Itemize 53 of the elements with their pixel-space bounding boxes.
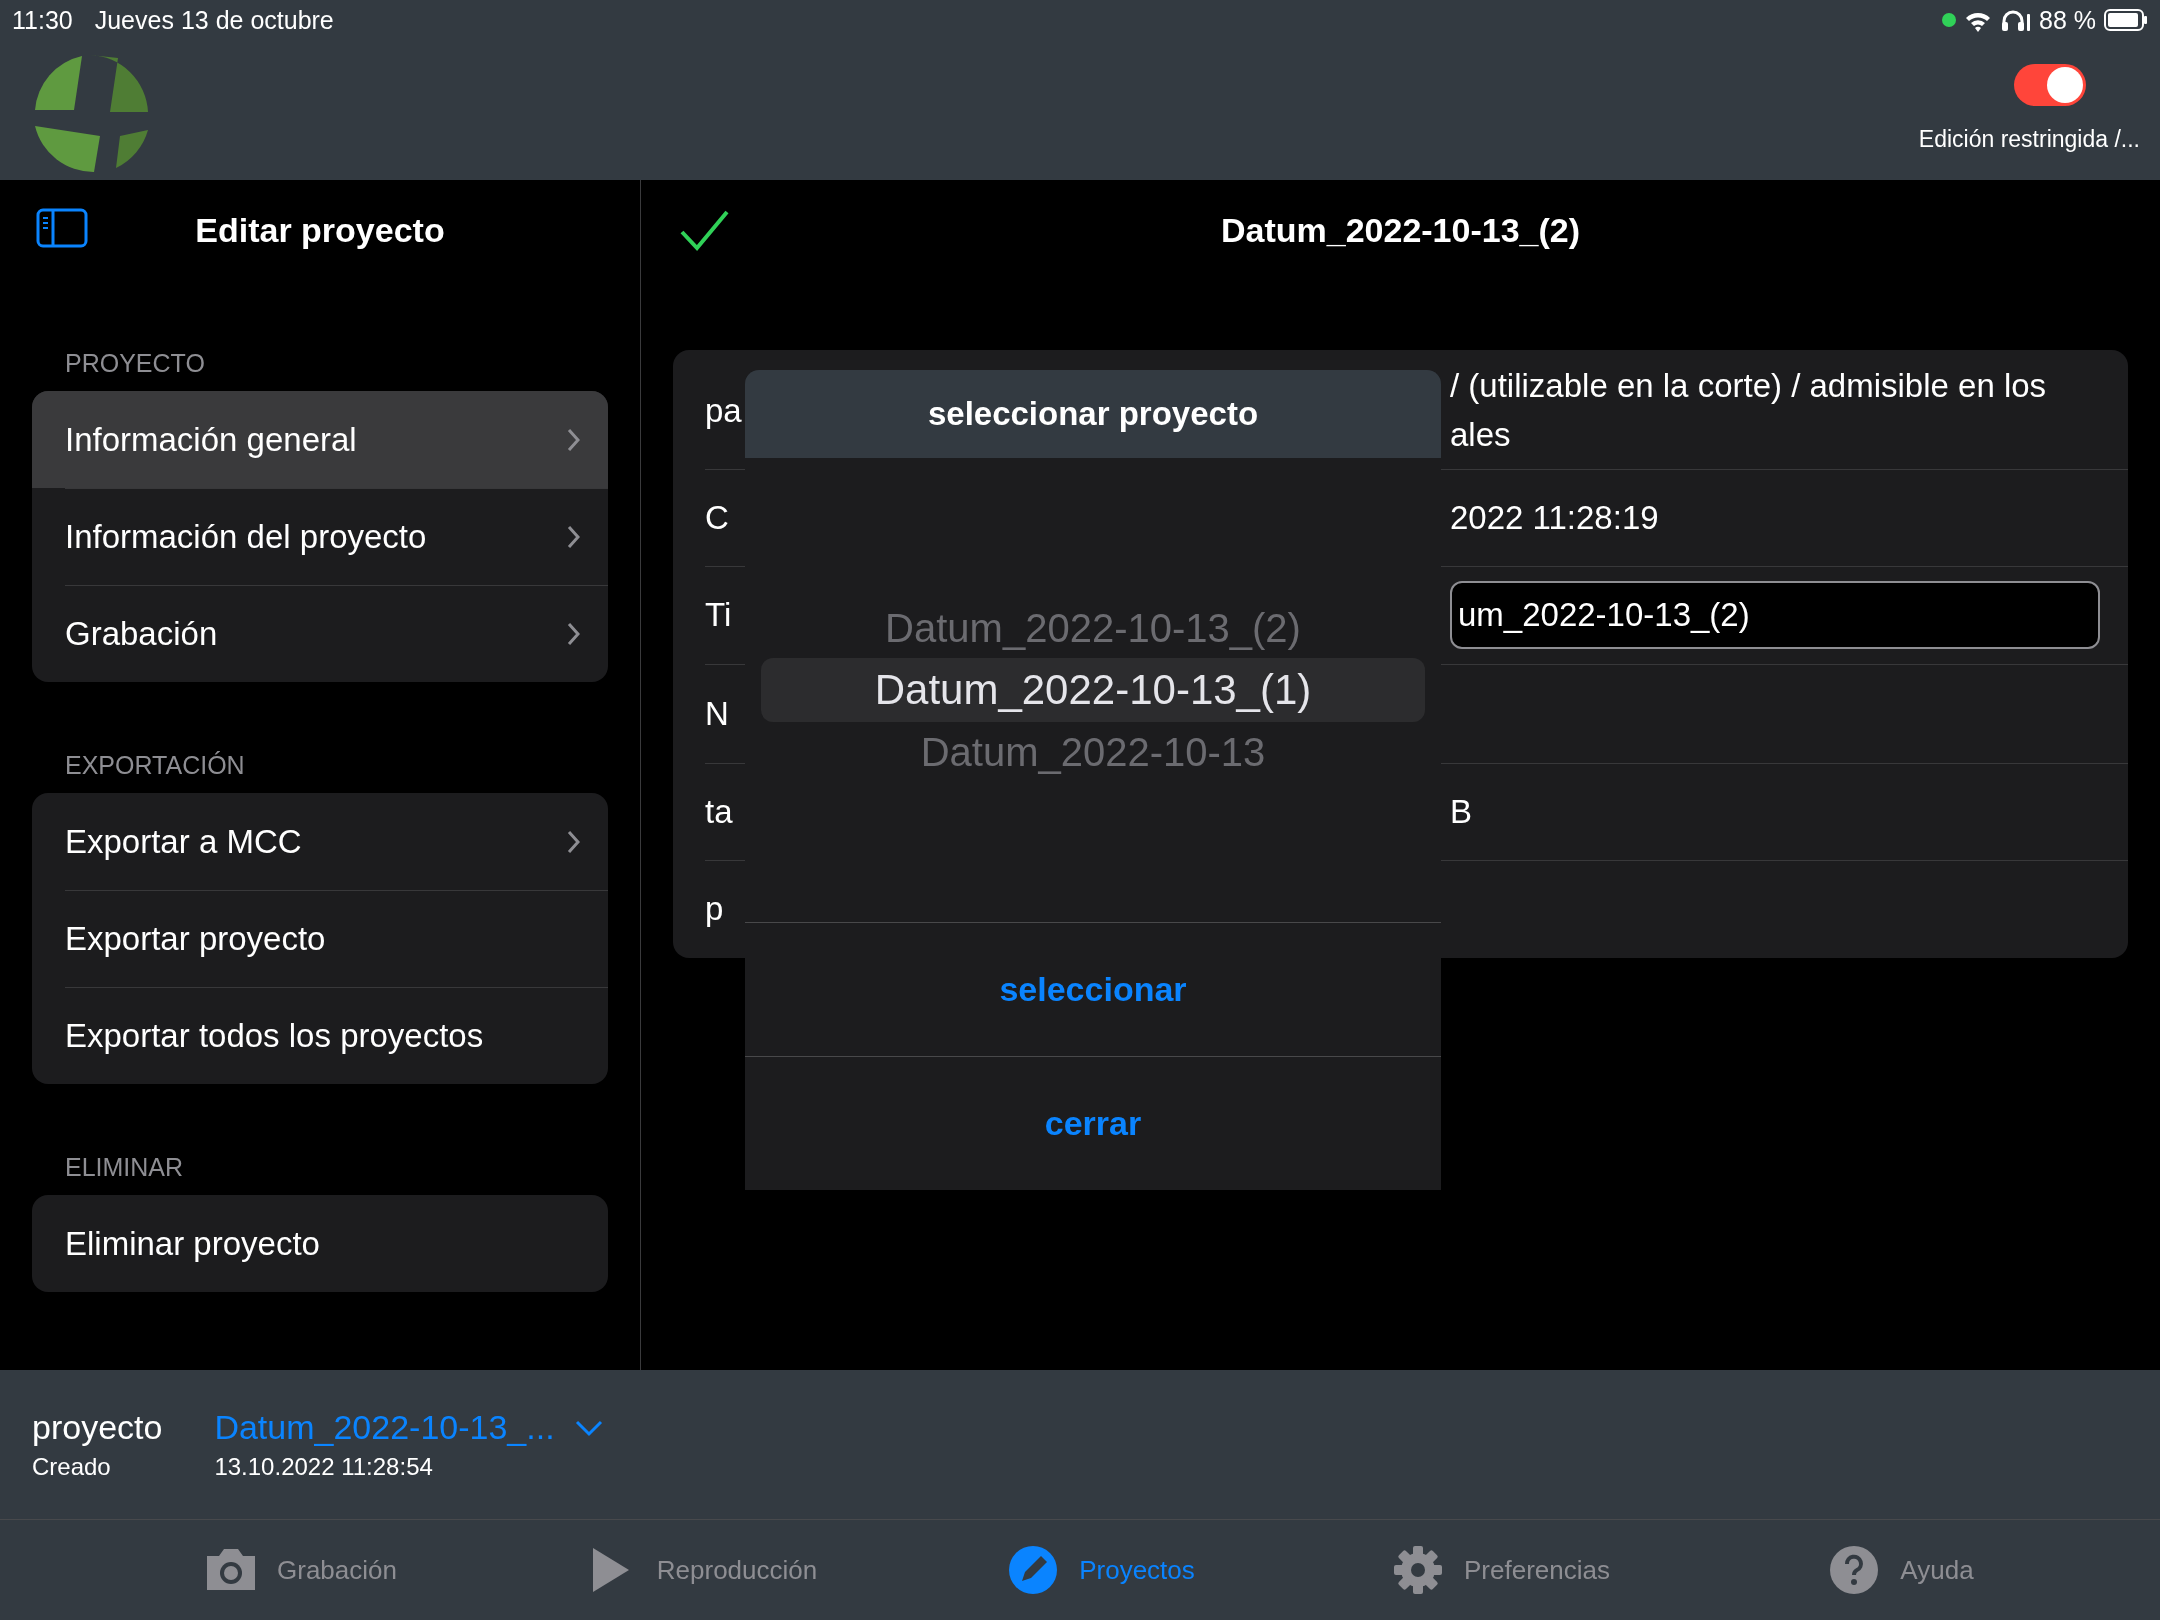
created-date: 13.10.2022 11:28:54 <box>214 1453 434 1481</box>
toggle-label: Edición restringida /... <box>1918 126 2140 153</box>
chevron-icon <box>566 621 580 646</box>
status-time: 11:30 <box>12 5 73 35</box>
project-label: proyecto <box>32 1408 163 1447</box>
sidebar-title: Editar proyecto <box>195 210 445 250</box>
restricted-edit-toggle[interactable] <box>2014 64 2086 106</box>
tab-bar-item[interactable]: Grabación <box>100 1520 500 1620</box>
tab-bar-item[interactable]: Preferencias <box>1300 1520 1700 1620</box>
battery-percent: 88 % <box>2039 5 2096 35</box>
field-value: / (utilizable en la corte) / admisible en los <box>1450 365 2048 406</box>
field-value: B <box>1450 792 1473 832</box>
chevron-icon <box>566 427 580 452</box>
field-label: C <box>705 498 729 537</box>
field-label: N <box>705 694 729 733</box>
battery-icon <box>2104 9 2148 31</box>
field-label: pa <box>705 392 742 430</box>
field-value: 2022 11:28:19 <box>1450 498 1660 538</box>
section-heading: PROYECTO <box>64 348 206 379</box>
picker-option[interactable]: Datum_2022-10-13_(1) <box>761 658 1425 722</box>
sidebar-item[interactable]: Información del proyecto <box>32 488 608 585</box>
tab-bar-item[interactable]: Ayuda <box>1700 1520 2100 1620</box>
sidebar-toggle-icon[interactable] <box>36 208 88 248</box>
headphones-icon <box>2000 8 2031 32</box>
dialog-title: seleccionar proyecto <box>745 370 1441 458</box>
section-heading: ELIMINAR <box>64 1152 185 1183</box>
project-selector[interactable]: Datum_2022-10-13_... <box>214 1408 603 1447</box>
dialog-button[interactable]: seleccionar <box>979 960 1207 1019</box>
created-label: Creado <box>32 1453 112 1481</box>
tab-bar-item[interactable]: Reproducción <box>500 1520 900 1620</box>
checkmark-icon[interactable] <box>679 208 731 252</box>
field-label: ta <box>705 792 733 831</box>
chevron-down-icon <box>574 1418 603 1437</box>
sidebar-item[interactable]: Exportar a MCC <box>32 793 608 890</box>
sidebar-item[interactable]: Eliminar proyecto <box>32 1195 608 1292</box>
picker-option[interactable]: Datum_2022-10-13_(2) <box>885 598 1301 658</box>
sidebar-item[interactable]: Información general <box>32 391 608 488</box>
section-heading: EXPORTACIÓN <box>64 750 246 781</box>
project-title: Datum_2022-10-13_(2) <box>1220 210 1581 250</box>
sidebar-item[interactable]: Exportar proyecto <box>32 890 608 987</box>
chevron-icon <box>566 829 580 854</box>
dialog-button[interactable]: cerrar <box>1024 1094 1162 1153</box>
field-value: ales <box>1450 414 1512 455</box>
field-label: Ti <box>705 596 732 634</box>
picker-option[interactable]: Datum_2022-10-13 <box>920 722 1266 782</box>
chevron-icon <box>566 524 580 549</box>
sidebar-item[interactable]: Grabación <box>32 585 608 682</box>
field-label: p <box>705 890 724 928</box>
camera-in-use-dot <box>1942 13 1956 27</box>
status-date: Jueves 13 de octubre <box>94 5 334 35</box>
sidebar-item[interactable]: Exportar todos los proyectos <box>32 987 608 1084</box>
title-field[interactable]: um_2022-10-13_(2) <box>1450 581 2100 649</box>
tab-bar-item[interactable]: Proyectos <box>900 1520 1300 1620</box>
